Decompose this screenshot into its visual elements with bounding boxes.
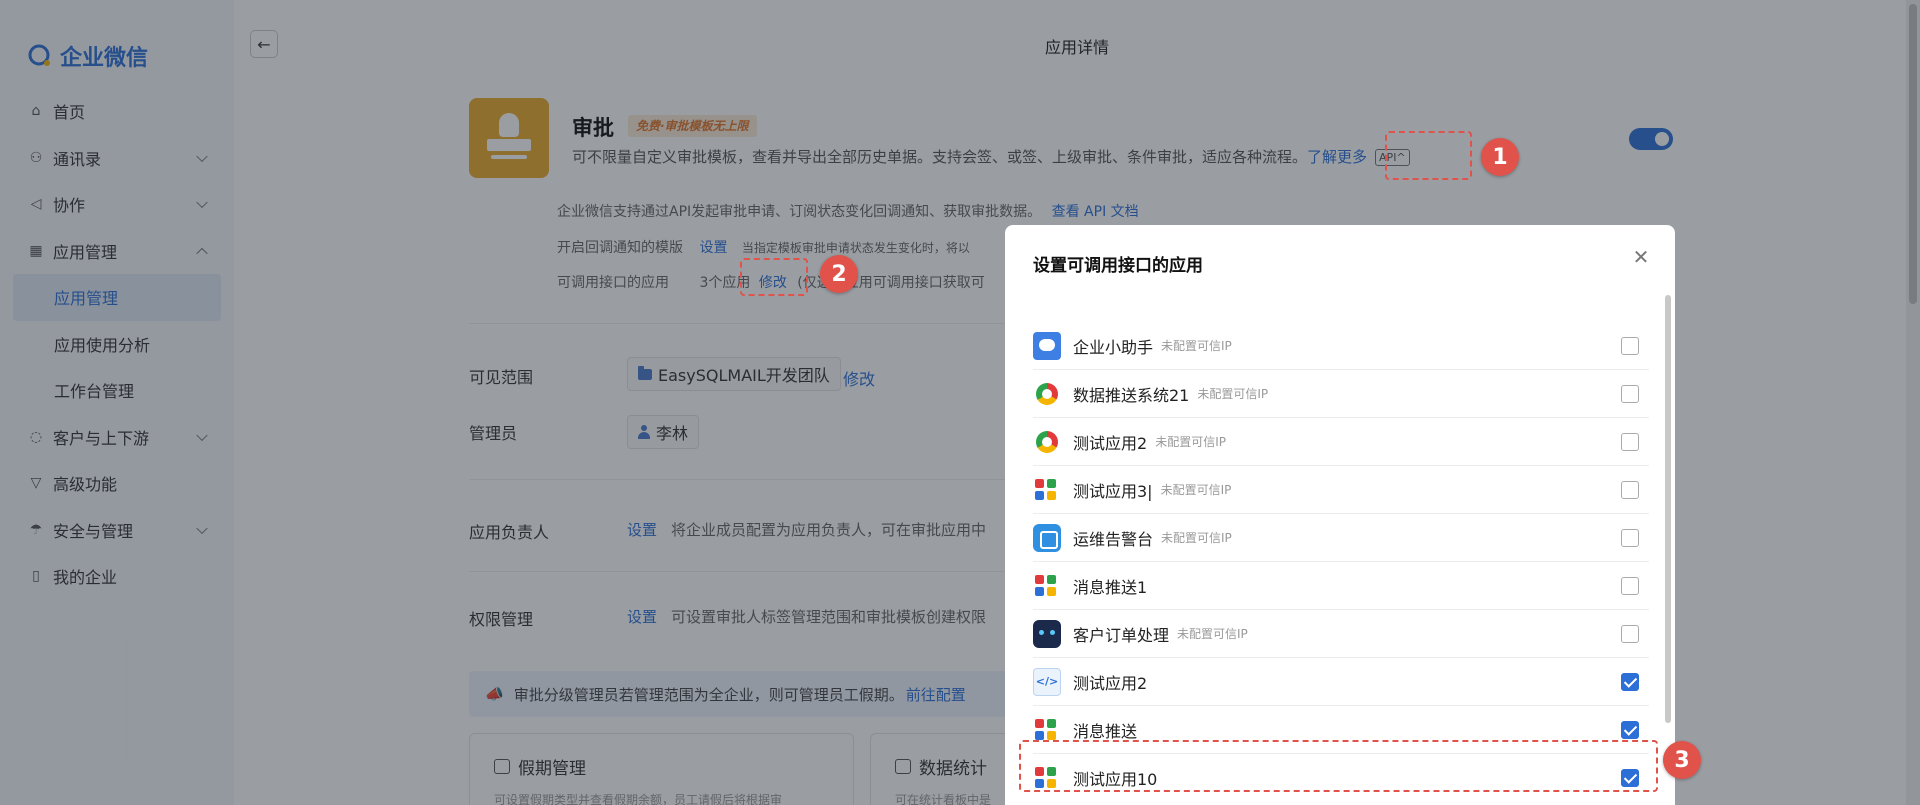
app-blocks-icon [1033, 475, 1061, 504]
app-box-icon [1033, 523, 1061, 552]
app-list-row[interactable]: 数据推送系统21 未配置可信IP [1033, 370, 1649, 418]
app-code-icon: </> [1033, 667, 1061, 696]
app-name: 数据推送系统21 [1073, 385, 1190, 405]
app-robot-icon [1033, 619, 1061, 648]
untrusted-ip-tag: 未配置可信IP [1155, 435, 1226, 449]
app-checkbox[interactable] [1621, 577, 1639, 595]
app-list-row[interactable]: 测试应用3| 未配置可信IP [1033, 466, 1649, 514]
app-checkbox[interactable] [1621, 625, 1639, 643]
close-icon[interactable]: ✕ [1629, 245, 1653, 269]
annotation-box-1 [1385, 131, 1472, 180]
app-name: 消息推送1 [1073, 577, 1148, 597]
app-checkbox[interactable] [1621, 721, 1639, 739]
annotation-box-3 [1019, 740, 1658, 792]
app-ring-icon [1033, 427, 1061, 456]
app-checkbox[interactable] [1621, 433, 1639, 451]
app-name: 企业小助手 [1073, 337, 1154, 357]
annotation-box-2 [740, 258, 808, 296]
app-list-row[interactable]: 消息推送1 [1033, 562, 1649, 610]
dialog-title: 设置可调用接口的应用 [1033, 256, 1203, 276]
app-list-row[interactable]: 客户订单处理 未配置可信IP [1033, 610, 1649, 658]
step-marker-1: 1 [1481, 138, 1519, 176]
untrusted-ip-tag: 未配置可信IP [1197, 387, 1269, 401]
app-checkbox[interactable] [1621, 337, 1639, 355]
app-checkbox[interactable] [1621, 481, 1639, 499]
app-list-row[interactable]: </> 测试应用2 [1033, 658, 1649, 706]
untrusted-ip-tag: 未配置可信IP [1161, 531, 1232, 545]
dialog-scrollbar[interactable] [1665, 295, 1671, 723]
app-name: 运维告警台 [1073, 529, 1154, 549]
app-name: 测试应用2 [1073, 673, 1148, 693]
app-checkbox[interactable] [1621, 673, 1639, 691]
set-callable-apps-dialog: 设置可调用接口的应用 ✕ 企业小助手 未配置可信IP 数据推送系统21 未配置可信IP… [1005, 225, 1675, 805]
untrusted-ip-tag: 未配置可信IP [1177, 627, 1248, 641]
app-list-row[interactable]: 运维告警台 未配置可信IP [1033, 514, 1649, 562]
app-list: 企业小助手 未配置可信IP 数据推送系统21 未配置可信IP 测试应用2 未配置可信IP 测… [1033, 322, 1649, 802]
untrusted-ip-tag: 未配置可信IP [1161, 339, 1232, 353]
app-blocks-icon [1033, 571, 1061, 600]
app-checkbox[interactable] [1621, 385, 1639, 403]
step-marker-2: 2 [820, 255, 858, 293]
step-marker-3: 3 [1663, 741, 1701, 779]
app-blue-chat-icon [1033, 331, 1061, 360]
app-name: 客户订单处理 [1073, 625, 1170, 645]
app-name: 消息推送 [1073, 721, 1138, 741]
app-list-row[interactable]: 企业小助手 未配置可信IP [1033, 322, 1649, 370]
app-ring-icon [1033, 379, 1061, 408]
app-name: 测试应用2 [1073, 433, 1148, 453]
untrusted-ip-tag: 未配置可信IP [1160, 483, 1232, 497]
app-checkbox[interactable] [1621, 529, 1639, 547]
app-list-row[interactable]: 测试应用2 未配置可信IP [1033, 418, 1649, 466]
app-name: 测试应用3| [1073, 481, 1153, 501]
